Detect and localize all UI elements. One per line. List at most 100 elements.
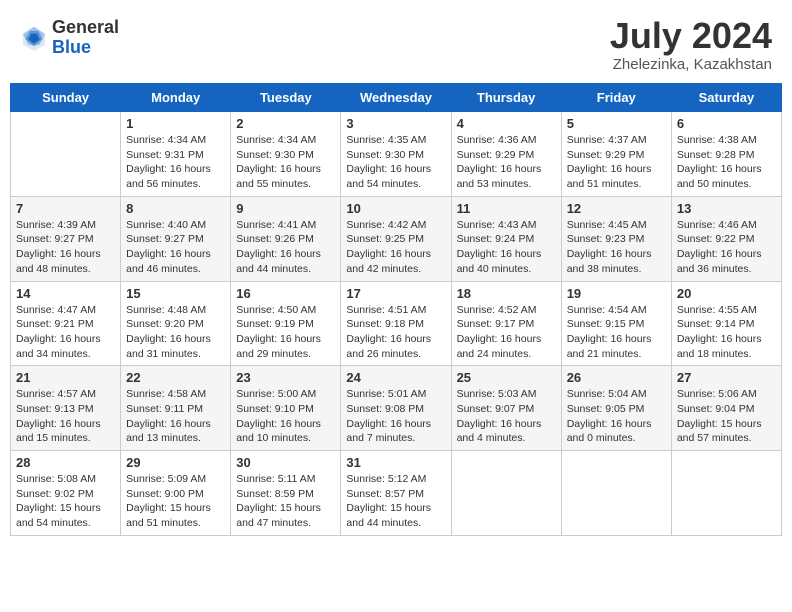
calendar-day-cell: 14 Sunrise: 4:47 AMSunset: 9:21 PMDayligh… [11,281,121,366]
day-info: Sunrise: 4:58 AMSunset: 9:11 PMDaylight:… [126,387,225,446]
calendar-week-row: 28 Sunrise: 5:08 AMSunset: 9:02 PMDayligh… [11,451,782,536]
day-number: 1 [126,116,225,131]
day-number: 21 [16,370,115,385]
day-info: Sunrise: 5:08 AMSunset: 9:02 PMDaylight:… [16,472,115,531]
day-info: Sunrise: 4:42 AMSunset: 9:25 PMDaylight:… [346,218,445,277]
day-info: Sunrise: 4:57 AMSunset: 9:13 PMDaylight:… [16,387,115,446]
calendar-day-cell: 25Sunrise: 5:03 AMSunset: 9:07 PMDayligh… [451,366,561,451]
logo-general: General [52,17,119,37]
calendar-day-cell: 17 Sunrise: 4:51 AMSunset: 9:18 PMDayligh… [341,281,451,366]
calendar-day-cell: 8Sunrise: 4:40 AMSunset: 9:27 PMDaylight… [121,196,231,281]
calendar-day-cell: 29 Sunrise: 5:09 AMSunset: 9:00 PMDayligh… [121,451,231,536]
day-number: 8 [126,201,225,216]
day-info: Sunrise: 4:45 AMSunset: 9:23 PMDaylight:… [567,218,666,277]
day-number: 11 [457,201,556,216]
calendar-day-cell: 9 Sunrise: 4:41 AMSunset: 9:26 PMDaylight… [231,196,341,281]
day-of-week-header: Wednesday [341,84,451,112]
logo-icon [20,24,48,52]
calendar-day-cell [561,451,671,536]
day-of-week-header: Sunday [11,84,121,112]
day-info: Sunrise: 5:09 AMSunset: 9:00 PMDaylight:… [126,472,225,531]
calendar-day-cell: 10 Sunrise: 4:42 AMSunset: 9:25 PMDayligh… [341,196,451,281]
calendar-day-cell: 26Sunrise: 5:04 AMSunset: 9:05 PMDayligh… [561,366,671,451]
day-number: 14 [16,286,115,301]
day-info: Sunrise: 5:03 AMSunset: 9:07 PMDaylight:… [457,387,556,446]
day-info: Sunrise: 5:06 AMSunset: 9:04 PMDaylight:… [677,387,776,446]
day-info: Sunrise: 4:43 AMSunset: 9:24 PMDaylight:… [457,218,556,277]
calendar-day-cell: 22 Sunrise: 4:58 AMSunset: 9:11 PMDayligh… [121,366,231,451]
calendar-day-cell: 12 Sunrise: 4:45 AMSunset: 9:23 PMDayligh… [561,196,671,281]
calendar-day-cell: 15Sunrise: 4:48 AMSunset: 9:20 PMDayligh… [121,281,231,366]
calendar-day-cell: 1 Sunrise: 4:34 AMSunset: 9:31 PMDaylight… [121,112,231,197]
day-number: 9 [236,201,335,216]
day-info: Sunrise: 4:41 AMSunset: 9:26 PMDaylight:… [236,218,335,277]
calendar-day-cell: 27 Sunrise: 5:06 AMSunset: 9:04 PMDayligh… [671,366,781,451]
day-of-week-header: Thursday [451,84,561,112]
day-info: Sunrise: 4:35 AMSunset: 9:30 PMDaylight:… [346,133,445,192]
day-number: 17 [346,286,445,301]
calendar-day-cell: 4 Sunrise: 4:36 AMSunset: 9:29 PMDaylight… [451,112,561,197]
day-info: Sunrise: 4:36 AMSunset: 9:29 PMDaylight:… [457,133,556,192]
day-number: 16 [236,286,335,301]
day-info: Sunrise: 5:11 AMSunset: 8:59 PMDaylight:… [236,472,335,531]
calendar-day-cell: 30 Sunrise: 5:11 AMSunset: 8:59 PMDayligh… [231,451,341,536]
calendar-week-row: 1 Sunrise: 4:34 AMSunset: 9:31 PMDaylight… [11,112,782,197]
calendar-day-cell: 6Sunrise: 4:38 AMSunset: 9:28 PMDaylight… [671,112,781,197]
day-number: 28 [16,455,115,470]
calendar-day-cell: 5Sunrise: 4:37 AMSunset: 9:29 PMDaylight… [561,112,671,197]
day-info: Sunrise: 4:46 AMSunset: 9:22 PMDaylight:… [677,218,776,277]
calendar-day-cell [451,451,561,536]
calendar-day-cell: 7Sunrise: 4:39 AMSunset: 9:27 PMDaylight… [11,196,121,281]
day-number: 12 [567,201,666,216]
calendar-day-cell: 31 Sunrise: 5:12 AMSunset: 8:57 PMDayligh… [341,451,451,536]
day-info: Sunrise: 4:37 AMSunset: 9:29 PMDaylight:… [567,133,666,192]
day-info: Sunrise: 5:04 AMSunset: 9:05 PMDaylight:… [567,387,666,446]
day-info: Sunrise: 4:34 AMSunset: 9:30 PMDaylight:… [236,133,335,192]
day-number: 30 [236,455,335,470]
calendar-day-cell: 21 Sunrise: 4:57 AMSunset: 9:13 PMDayligh… [11,366,121,451]
title-block: July 2024 Zhelezinka, Kazakhstan [610,18,772,73]
calendar-day-cell [11,112,121,197]
day-number: 31 [346,455,445,470]
calendar-day-cell: 20Sunrise: 4:55 AMSunset: 9:14 PMDayligh… [671,281,781,366]
calendar-day-cell: 2Sunrise: 4:34 AMSunset: 9:30 PMDaylight… [231,112,341,197]
day-number: 4 [457,116,556,131]
day-info: Sunrise: 4:47 AMSunset: 9:21 PMDaylight:… [16,303,115,362]
day-number: 29 [126,455,225,470]
day-info: Sunrise: 4:51 AMSunset: 9:18 PMDaylight:… [346,303,445,362]
logo: General Blue [20,18,119,58]
day-number: 23 [236,370,335,385]
calendar-day-cell: 11 Sunrise: 4:43 AMSunset: 9:24 PMDayligh… [451,196,561,281]
day-info: Sunrise: 4:39 AMSunset: 9:27 PMDaylight:… [16,218,115,277]
day-info: Sunrise: 4:34 AMSunset: 9:31 PMDaylight:… [126,133,225,192]
day-of-week-header: Saturday [671,84,781,112]
day-info: Sunrise: 5:00 AMSunset: 9:10 PMDaylight:… [236,387,335,446]
calendar-header-row: SundayMondayTuesdayWednesdayThursdayFrid… [11,84,782,112]
calendar-day-cell: 18 Sunrise: 4:52 AMSunset: 9:17 PMDayligh… [451,281,561,366]
day-number: 18 [457,286,556,301]
logo-text: General Blue [52,18,119,58]
day-info: Sunrise: 4:50 AMSunset: 9:19 PMDaylight:… [236,303,335,362]
day-number: 27 [677,370,776,385]
day-number: 24 [346,370,445,385]
calendar-table: SundayMondayTuesdayWednesdayThursdayFrid… [10,83,782,536]
day-of-week-header: Monday [121,84,231,112]
calendar-day-cell: 24 Sunrise: 5:01 AMSunset: 9:08 PMDayligh… [341,366,451,451]
day-number: 15 [126,286,225,301]
location-subtitle: Zhelezinka, Kazakhstan [610,56,772,73]
day-number: 13 [677,201,776,216]
day-number: 6 [677,116,776,131]
day-info: Sunrise: 5:01 AMSunset: 9:08 PMDaylight:… [346,387,445,446]
day-number: 19 [567,286,666,301]
calendar-day-cell: 19Sunrise: 4:54 AMSunset: 9:15 PMDayligh… [561,281,671,366]
day-info: Sunrise: 4:52 AMSunset: 9:17 PMDaylight:… [457,303,556,362]
calendar-day-cell: 28 Sunrise: 5:08 AMSunset: 9:02 PMDayligh… [11,451,121,536]
day-info: Sunrise: 4:55 AMSunset: 9:14 PMDaylight:… [677,303,776,362]
day-number: 10 [346,201,445,216]
day-of-week-header: Friday [561,84,671,112]
day-number: 22 [126,370,225,385]
calendar-week-row: 7Sunrise: 4:39 AMSunset: 9:27 PMDaylight… [11,196,782,281]
day-info: Sunrise: 5:12 AMSunset: 8:57 PMDaylight:… [346,472,445,531]
day-of-week-header: Tuesday [231,84,341,112]
calendar-day-cell: 3Sunrise: 4:35 AMSunset: 9:30 PMDaylight… [341,112,451,197]
